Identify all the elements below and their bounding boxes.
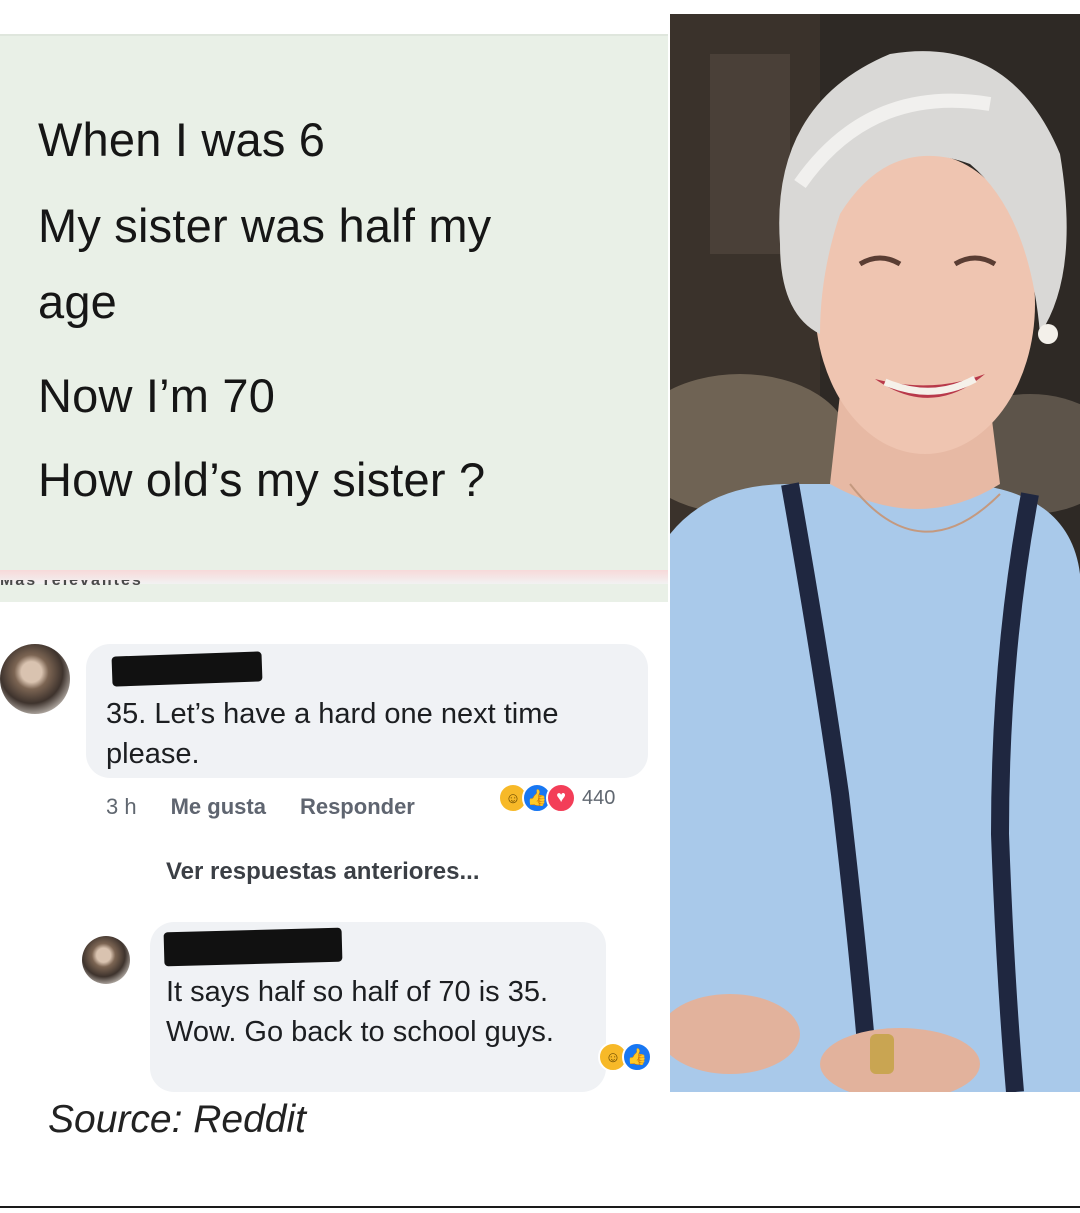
like-button[interactable]: Me gusta bbox=[171, 794, 266, 820]
love-icon: ♥ bbox=[546, 783, 576, 813]
question-line: How old’s my sister ? bbox=[38, 453, 486, 506]
elderly-woman-photo bbox=[670, 14, 1080, 1092]
comment-bubble: 35. Let’s have a hard one next time plea… bbox=[86, 644, 648, 778]
question-line: When I was 6 bbox=[38, 113, 326, 166]
comment-timestamp[interactable]: 3 h bbox=[106, 794, 137, 820]
cropped-sort-label-text: Más relevantes bbox=[0, 580, 143, 589]
reaction-summary[interactable]: ☺ 👍 ♥ 440 bbox=[498, 780, 615, 816]
avatar[interactable] bbox=[82, 936, 130, 984]
question-card: When I was 6 My sister was half my age N… bbox=[0, 34, 668, 602]
question-line: My sister was half my bbox=[38, 199, 492, 252]
comment-section: 35. Let’s have a hard one next time plea… bbox=[0, 604, 668, 1092]
reply-button[interactable]: Responder bbox=[300, 794, 415, 820]
redacted-username bbox=[111, 651, 263, 687]
meme-image: When I was 6 My sister was half my age N… bbox=[0, 14, 1080, 1092]
question-line: Now I’m 70 bbox=[38, 369, 276, 422]
avatar[interactable] bbox=[0, 644, 70, 714]
comment-text: It says half so half of 70 is 35. Wow. G… bbox=[166, 976, 554, 1048]
redacted-username bbox=[163, 927, 343, 967]
reaction-summary[interactable]: ☺ 👍 bbox=[598, 1042, 652, 1072]
like-icon: 👍 bbox=[622, 1042, 652, 1072]
comment-actions: 3 h Me gusta Responder bbox=[106, 790, 415, 824]
question-line: age bbox=[38, 275, 118, 328]
comment-bubble: It says half so half of 70 is 35. Wow. G… bbox=[150, 922, 606, 1092]
comment-text: 35. Let’s have a hard one next time plea… bbox=[106, 698, 559, 770]
divider bbox=[0, 1206, 1080, 1208]
cropped-sort-label: Más relevantes bbox=[0, 580, 230, 592]
view-previous-replies-link[interactable]: Ver respuestas anteriores... bbox=[166, 858, 480, 886]
source-caption: Source: Reddit bbox=[48, 1098, 306, 1141]
reaction-count: 440 bbox=[582, 786, 616, 809]
